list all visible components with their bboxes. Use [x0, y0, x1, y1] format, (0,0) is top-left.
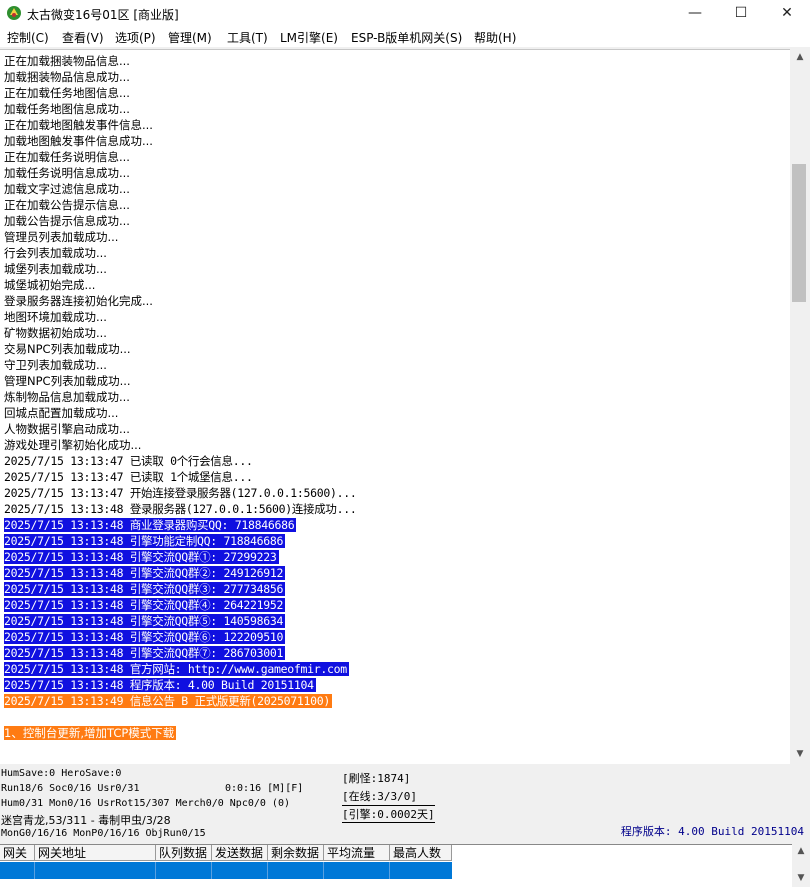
menu-tools[interactable]: 工具(T)	[227, 29, 268, 46]
log-line-highlighted: 2025/7/15 13:13:48 引擎交流QQ群③: 277734856	[4, 582, 286, 596]
program-version: 程序版本: 4.00 Build 20151104	[620, 825, 804, 838]
log-line-highlighted: 2025/7/15 13:13:48 程序版本: 4.00 Build 2015…	[4, 678, 316, 692]
log-line: 2025/7/15 13:13:47 已读取 0个行会信息...	[4, 454, 253, 468]
log-line: 行会列表加载成功...	[4, 246, 107, 260]
log-line: 城堡列表加载成功...	[4, 262, 107, 276]
status-run: Run18/6 Soc0/16 Usr0/31	[1, 783, 140, 794]
log-line: 加载地图触发事件信息成功...	[4, 134, 153, 148]
log-line: 炼制物品信息加载成功...	[4, 390, 130, 404]
app-icon	[7, 6, 21, 20]
log-scrollbar[interactable]: ▲ ▼	[790, 49, 810, 763]
menu-lm-engine[interactable]: LM引擎(E)	[280, 29, 338, 46]
log-line: 加载任务地图信息成功...	[4, 102, 130, 116]
log-line: 正在加载地图触发事件信息...	[4, 118, 153, 132]
menu-espb-gateway[interactable]: ESP-B版单机网关(S)	[351, 29, 462, 46]
menu-help[interactable]: 帮助(H)	[474, 29, 516, 46]
log-line: 管理员列表加载成功...	[4, 230, 119, 244]
scroll-down-arrow-icon[interactable]: ▼	[792, 871, 810, 885]
grid-cell	[268, 862, 324, 879]
status-save: HumSave:0 HeroSave:0	[1, 768, 122, 779]
maximize-button[interactable]: ☐	[718, 0, 764, 27]
log-line: 管理NPC列表加载成功...	[4, 374, 131, 388]
log-line-highlighted: 2025/7/15 13:13:48 引擎交流QQ群④: 264221952	[4, 598, 286, 612]
log-line: 人物数据引擎启动成功...	[4, 422, 130, 436]
close-button[interactable]: ✕	[764, 0, 810, 27]
log-line-update: 1、控制台更新,增加TCP模式下载	[4, 726, 177, 740]
grid-cell	[156, 862, 212, 879]
log-line: 城堡城初始完成...	[4, 278, 96, 292]
col-remaining-data[interactable]: 剩余数据	[268, 845, 324, 861]
grid-cell	[0, 862, 35, 879]
menu-view[interactable]: 查看(V)	[62, 29, 104, 46]
status-engine: [引擎:0.0002天]	[342, 805, 435, 823]
scroll-down-arrow-icon[interactable]: ▼	[790, 746, 810, 763]
col-gateway-address[interactable]: 网关地址	[35, 845, 156, 861]
log-line: 矿物数据初始成功...	[4, 326, 107, 340]
log-line: 回城点配置加载成功...	[4, 406, 119, 420]
log-line-notice: 2025/7/15 13:13:49 信息公告 B 正式版更新(20250711…	[4, 694, 333, 708]
log-line-highlighted: 2025/7/15 13:13:48 官方网站: http://www.game…	[4, 662, 349, 676]
window-title: 太古微变16号01区 [商业版]	[27, 8, 179, 22]
table-row[interactable]	[0, 862, 452, 879]
grid-cell	[390, 862, 452, 879]
grid-scrollbar[interactable]: ▲ ▼	[792, 844, 810, 886]
log-line: 游戏处理引擎初始化成功...	[4, 438, 142, 452]
col-send-data[interactable]: 发送数据	[212, 845, 268, 861]
status-map: 迷宫青龙,53/311 - 毒制甲虫/3/28	[1, 814, 171, 827]
log-line: 2025/7/15 13:13:47 开始连接登录服务器(127.0.0.1:5…	[4, 486, 357, 500]
grid-cell	[212, 862, 268, 879]
log-line: 正在加载任务地图信息...	[4, 86, 130, 100]
status-panel: HumSave:0 HeroSave:0 Run18/6 Soc0/16 Usr…	[0, 764, 810, 844]
log-line-highlighted: 2025/7/15 13:13:48 引擎交流QQ群①: 27299223	[4, 550, 279, 564]
title-bar: 太古微变16号01区 [商业版] — ☐ ✕	[0, 0, 810, 28]
col-queue-data[interactable]: 队列数据	[156, 845, 212, 861]
log-line-highlighted: 2025/7/15 13:13:48 引擎交流QQ群②: 249126912	[4, 566, 286, 580]
minimize-button[interactable]: —	[672, 0, 718, 27]
menu-control[interactable]: 控制(C)	[7, 29, 49, 46]
log-line-highlighted: 2025/7/15 13:13:48 商业登录器购买QQ: 718846686	[4, 518, 297, 532]
grid-cell	[35, 862, 156, 879]
log-line-highlighted: 2025/7/15 13:13:48 引擎交流QQ群⑥: 122209510	[4, 630, 286, 644]
menu-options[interactable]: 选项(P)	[115, 29, 156, 46]
scroll-up-arrow-icon[interactable]: ▲	[792, 844, 810, 858]
status-time: 0:0:16 [M][F]	[225, 783, 304, 794]
log-line: 守卫列表加载成功...	[4, 358, 107, 372]
log-line: 地图环境加载成功...	[4, 310, 107, 324]
log-line: 加载公告提示信息成功...	[4, 214, 130, 228]
log-line: 正在加载任务说明信息...	[4, 150, 130, 164]
log-line: 2025/7/15 13:13:47 已读取 1个城堡信息...	[4, 470, 253, 484]
scroll-up-arrow-icon[interactable]: ▲	[790, 49, 810, 66]
status-hum: Hum0/31 Mon0/16 UsrRot15/307 Merch0/0 Np…	[1, 798, 290, 809]
log-line: 2025/7/15 13:13:48 登录服务器(127.0.0.1:5600)…	[4, 502, 357, 516]
log-line: 加载任务说明信息成功...	[4, 166, 130, 180]
log-line-highlighted: 2025/7/15 13:13:48 引擎功能定制QQ: 718846686	[4, 534, 286, 548]
status-mon: MonG0/16/16 MonP0/16/16 ObjRun0/15	[1, 828, 206, 839]
log-line-highlighted: 2025/7/15 13:13:48 引擎交流QQ群⑦: 286703001	[4, 646, 286, 660]
log-line-highlighted: 2025/7/15 13:13:48 引擎交流QQ群⑤: 140598634	[4, 614, 286, 628]
gateway-grid[interactable]: 网关 网关地址 队列数据 发送数据 剩余数据 平均流量 最高人数	[0, 844, 792, 887]
status-refresh: [刷怪:1874]	[342, 772, 411, 785]
grid-cell	[324, 862, 390, 879]
col-avg-traffic[interactable]: 平均流量	[324, 845, 390, 861]
log-line: 加载文字过滤信息成功...	[4, 182, 130, 196]
log-panel[interactable]: 正在加载捆装物品信息... 加载捆装物品信息成功... 正在加载任务地图信息..…	[0, 49, 790, 764]
menu-bar: 控制(C) 查看(V) 选项(P) 管理(M) 工具(T) LM引擎(E) ES…	[0, 27, 810, 47]
col-max-users[interactable]: 最高人数	[390, 845, 452, 861]
status-online: [在线:3/3/0]	[342, 790, 417, 803]
log-line: 正在加载捆装物品信息...	[4, 54, 130, 68]
log-line: 交易NPC列表加载成功...	[4, 342, 131, 356]
log-line: 登录服务器连接初始化完成...	[4, 294, 153, 308]
log-line: 加载捆装物品信息成功...	[4, 70, 130, 84]
scroll-thumb[interactable]	[792, 164, 806, 302]
log-line: 正在加载公告提示信息...	[4, 198, 130, 212]
menu-manage[interactable]: 管理(M)	[168, 29, 212, 46]
col-gateway[interactable]: 网关	[0, 845, 35, 861]
